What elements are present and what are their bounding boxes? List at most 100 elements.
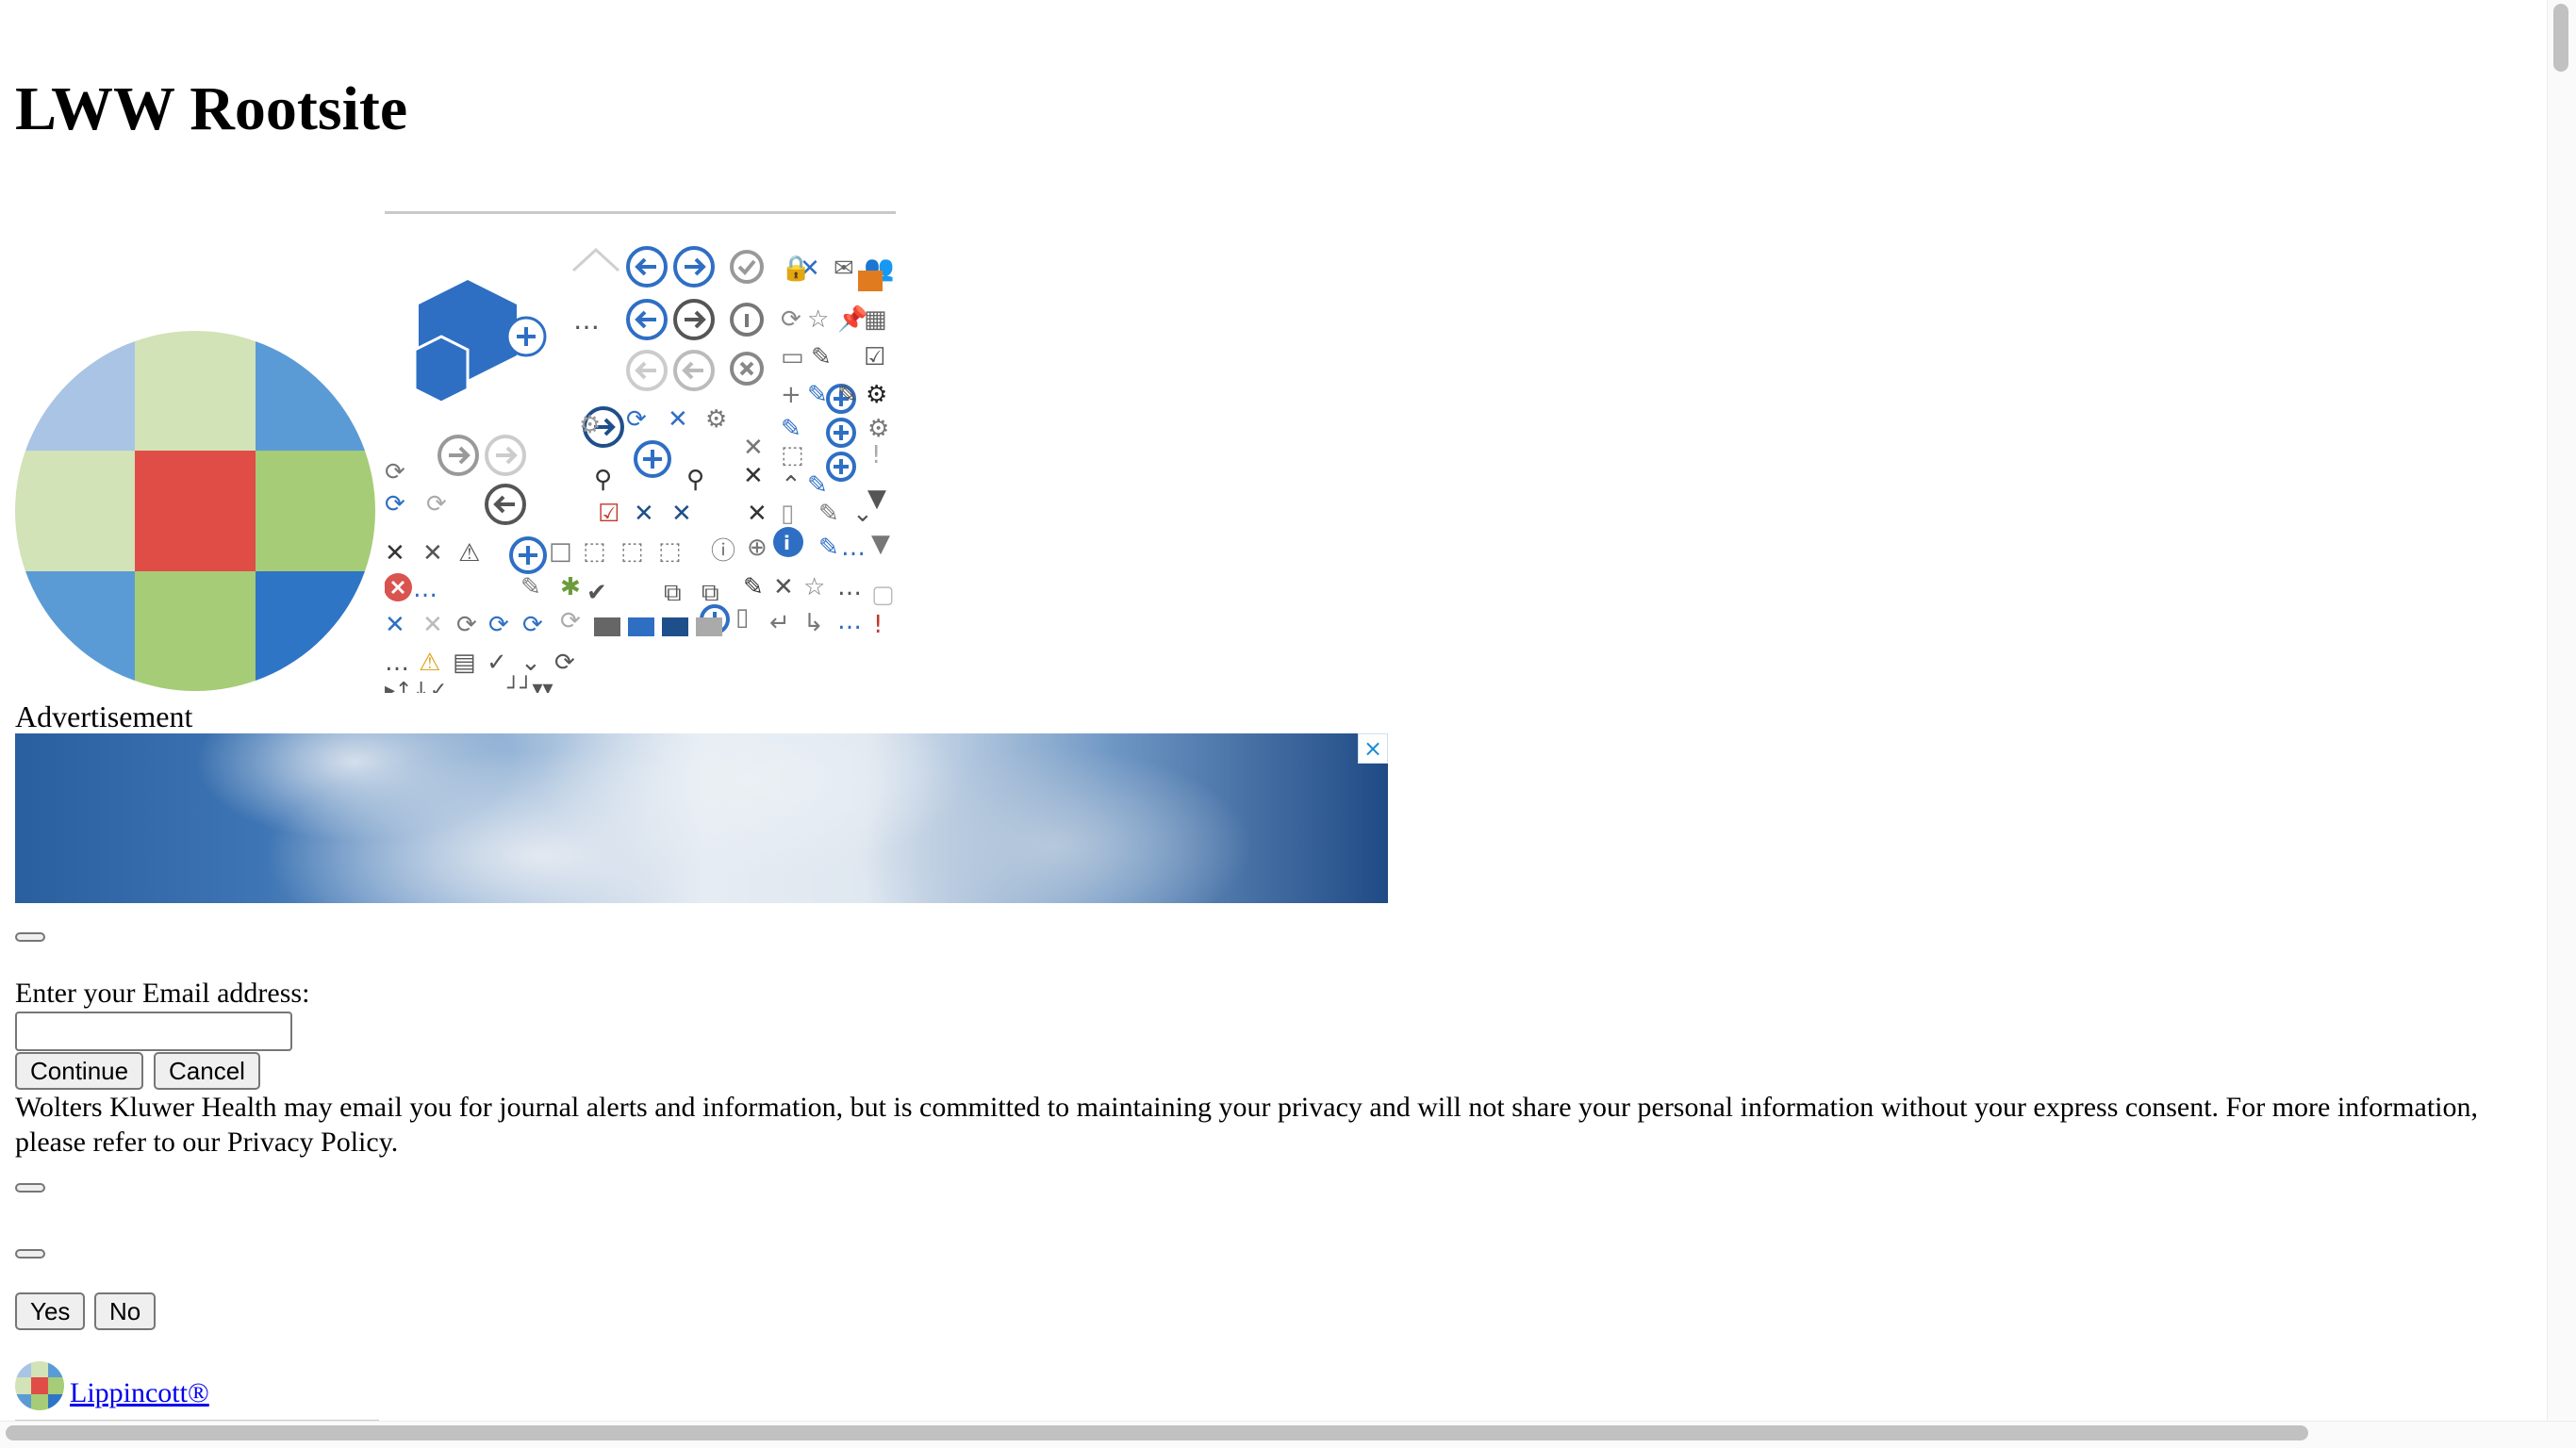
svg-text:⟳: ⟳ [488,611,509,639]
svg-text:✓: ✓ [487,649,507,677]
svg-text:✱: ✱ [560,573,581,601]
collapsed-button-2[interactable] [15,1183,45,1193]
vertical-scrollbar-thumb[interactable] [2553,4,2568,72]
cancel-button[interactable]: Cancel [154,1052,260,1090]
lippincott-logo-icon [15,1361,64,1410]
no-button[interactable]: No [94,1292,157,1330]
svg-text:⟳: ⟳ [781,305,801,334]
svg-text:+: + [781,381,801,409]
svg-text:☑: ☑ [864,343,885,371]
svg-text:⬚: ⬚ [658,537,682,566]
svg-text:…: … [837,573,862,601]
logo-tile-3 [47,1361,64,1378]
svg-text:✕: ✕ [671,500,692,528]
svg-text:▯: ▯ [781,500,794,528]
svg-text:⟳: ⟳ [456,611,477,639]
svg-text:▯: ▯ [735,603,749,632]
logo-tile-7 [15,1393,32,1410]
vertical-scrollbar[interactable] [2547,0,2576,1422]
app-hexagon-icon [413,280,547,404]
svg-text:⚙: ⚙ [579,411,601,439]
logo-tile-6 [255,451,375,571]
svg-text:✕: ✕ [743,462,764,490]
svg-text:▭: ▭ [781,343,804,371]
icon-sprite-image: … i ✕ ✉ 👥 🔒 ⟳ ☆ 📌 ▦ ▭ ✎ ☑ + ✎ ✎ ⚙ ⚙ ✎ ⚙ … [384,211,896,702]
svg-text:✎: ✎ [520,573,541,601]
horizontal-scrollbar-thumb[interactable] [6,1425,2308,1440]
svg-text:⟳: ⟳ [626,405,647,434]
svg-text:▤: ▤ [453,649,476,677]
svg-text:✕: ✕ [385,611,405,639]
ad-close-icon[interactable]: × [1358,733,1388,764]
svg-text:✎: ✎ [781,415,801,443]
collapsed-button-3[interactable] [15,1249,45,1259]
svg-text:☆: ☆ [803,573,825,601]
svg-text:⚲: ⚲ [686,466,704,494]
lippincott-link-label: Lippincott® [70,1377,209,1408]
svg-text:▸↑↓✓: ▸↑↓✓ [385,679,447,693]
logo-tile-5 [31,1377,48,1394]
svg-text:…: … [385,649,409,677]
svg-text:⬚: ⬚ [781,441,804,469]
svg-text:✕: ✕ [634,500,654,528]
logo-tile-1 [15,1361,32,1378]
lippincott-link[interactable]: Lippincott® [15,1361,209,1410]
svg-text:⌄: ⌄ [520,649,541,677]
svg-text:✎: ✎ [743,573,764,601]
svg-text:…: … [837,607,862,635]
svg-text:✕: ✕ [773,573,794,601]
svg-text:⬚: ⬚ [583,537,606,566]
logo-tile-5 [135,451,256,571]
svg-text:✕: ✕ [668,405,688,434]
svg-text:…: … [413,575,438,603]
svg-text:✕: ✕ [385,539,405,568]
logo-tile-2 [135,331,256,452]
continue-button[interactable]: Continue [15,1052,144,1090]
svg-text:🔒: 🔒 [781,255,811,283]
logo-tile-7 [15,570,136,691]
svg-text:⊕: ⊕ [747,534,768,562]
svg-text:▼: ▼ [867,485,886,513]
svg-text:┘┘▾▾: ┘┘▾▾ [506,675,553,693]
svg-text:↵: ↵ [769,609,790,637]
svg-text:⟳: ⟳ [385,458,405,486]
email-input[interactable] [15,1012,292,1051]
svg-text:⚙: ⚙ [705,405,727,434]
svg-text:!: ! [871,441,881,469]
svg-text:✕: ✕ [422,539,443,568]
svg-text:⟳: ⟳ [522,611,543,639]
svg-text:✎: ✎ [837,381,858,409]
svg-text:!: ! [873,611,883,639]
svg-text:⌃: ⌃ [781,471,801,500]
logo-tile-2 [31,1361,48,1378]
logo-tile-4 [15,451,136,571]
svg-text:⟳: ⟳ [385,490,405,518]
svg-text:✕: ✕ [743,434,764,462]
svg-text:⬚: ⬚ [620,537,644,566]
wolters-kluwer-logo [15,331,375,691]
collapsed-button-1[interactable] [15,932,45,942]
logo-tile-6 [47,1377,64,1394]
advertisement-label: Advertisement [15,699,193,733]
svg-text:⧉: ⧉ [702,579,719,607]
horizontal-scrollbar[interactable] [0,1421,2576,1448]
svg-text:□: □ [549,537,572,566]
privacy-notice: Wolters Kluwer Health may email you for … [15,1092,2478,1158]
svg-text:✔: ✔ [586,579,607,607]
logo-tile-9 [47,1393,64,1410]
email-address-label: Enter your Email address: [15,978,310,1009]
page-title: LWW Rootsite [15,74,408,143]
yes-button[interactable]: Yes [15,1292,86,1330]
svg-text:i: i [784,532,790,554]
svg-text:▢: ▢ [871,581,895,609]
svg-text:⚲: ⚲ [594,466,612,494]
advertisement-banner[interactable]: × [15,733,1388,903]
svg-text:✎: ✎ [818,500,839,528]
logo-tile-8 [135,570,256,691]
logo-tile-9 [255,570,375,691]
svg-text:✎: ✎ [807,471,828,500]
svg-text:⚠: ⚠ [458,539,480,568]
svg-text:✕: ✕ [747,500,768,528]
svg-text:ⓘ: ⓘ [711,537,735,566]
svg-text:⧉: ⧉ [664,579,682,607]
